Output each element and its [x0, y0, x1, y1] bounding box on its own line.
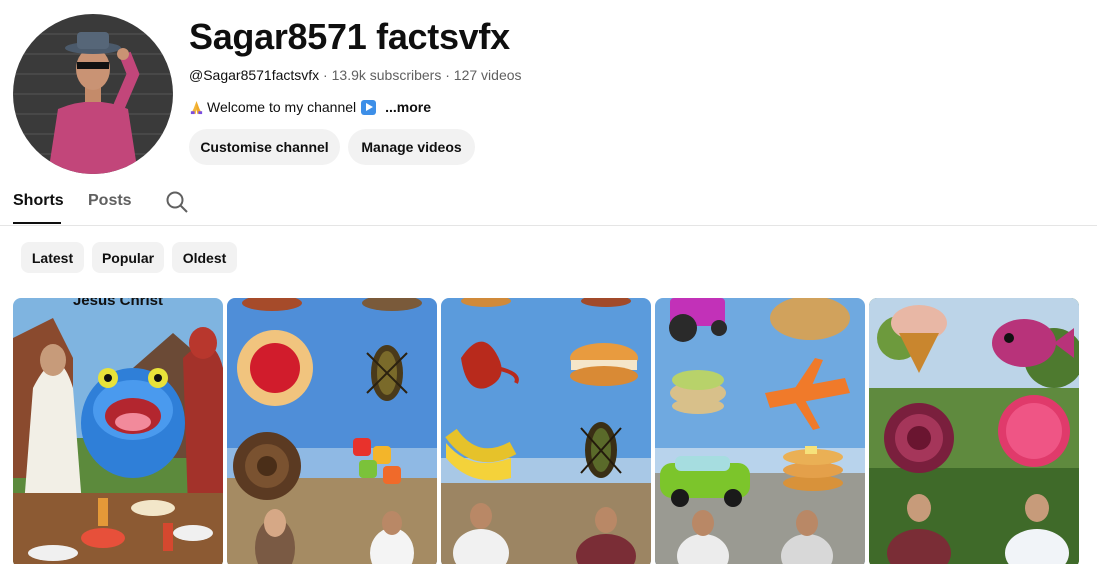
meta-separator: ·	[441, 67, 454, 83]
folded-hands-icon	[190, 100, 203, 114]
tab-shorts[interactable]: Shorts	[13, 192, 64, 210]
short-thumbnail[interactable]	[227, 298, 437, 564]
tab-posts[interactable]: Posts	[88, 192, 132, 210]
short-thumbnail[interactable]	[869, 298, 1079, 564]
channel-description[interactable]: Welcome to my channel ...more	[189, 99, 431, 115]
short-thumbnail[interactable]	[655, 298, 865, 564]
channel-meta: @Sagar8571factsvfx · 13.9k subscribers ·…	[189, 67, 522, 83]
thumbnail-caption: Jesus Christ	[72, 298, 164, 309]
channel-title: Sagar8571 factsvfx	[189, 16, 510, 57]
active-tab-indicator	[13, 222, 61, 224]
play-button-icon	[361, 99, 377, 115]
customise-channel-button[interactable]: Customise channel	[189, 129, 340, 165]
filter-latest[interactable]: Latest	[21, 242, 84, 273]
more-link[interactable]: ...more	[385, 99, 431, 115]
short-thumbnail[interactable]	[441, 298, 651, 564]
subscriber-count: 13.9k subscribers	[331, 67, 442, 83]
meta-separator: ·	[319, 67, 332, 83]
description-text: Welcome to my channel	[207, 99, 357, 115]
filter-oldest[interactable]: Oldest	[172, 242, 237, 273]
channel-handle[interactable]: @Sagar8571factsvfx	[189, 67, 319, 83]
tabs-divider	[0, 225, 1097, 226]
channel-avatar[interactable]	[13, 14, 173, 174]
short-thumbnail[interactable]: Jesus Christ	[13, 298, 223, 564]
filter-popular[interactable]: Popular	[92, 242, 164, 273]
search-icon[interactable]	[165, 190, 189, 214]
video-count: 127 videos	[453, 67, 522, 83]
manage-videos-button[interactable]: Manage videos	[348, 129, 475, 165]
